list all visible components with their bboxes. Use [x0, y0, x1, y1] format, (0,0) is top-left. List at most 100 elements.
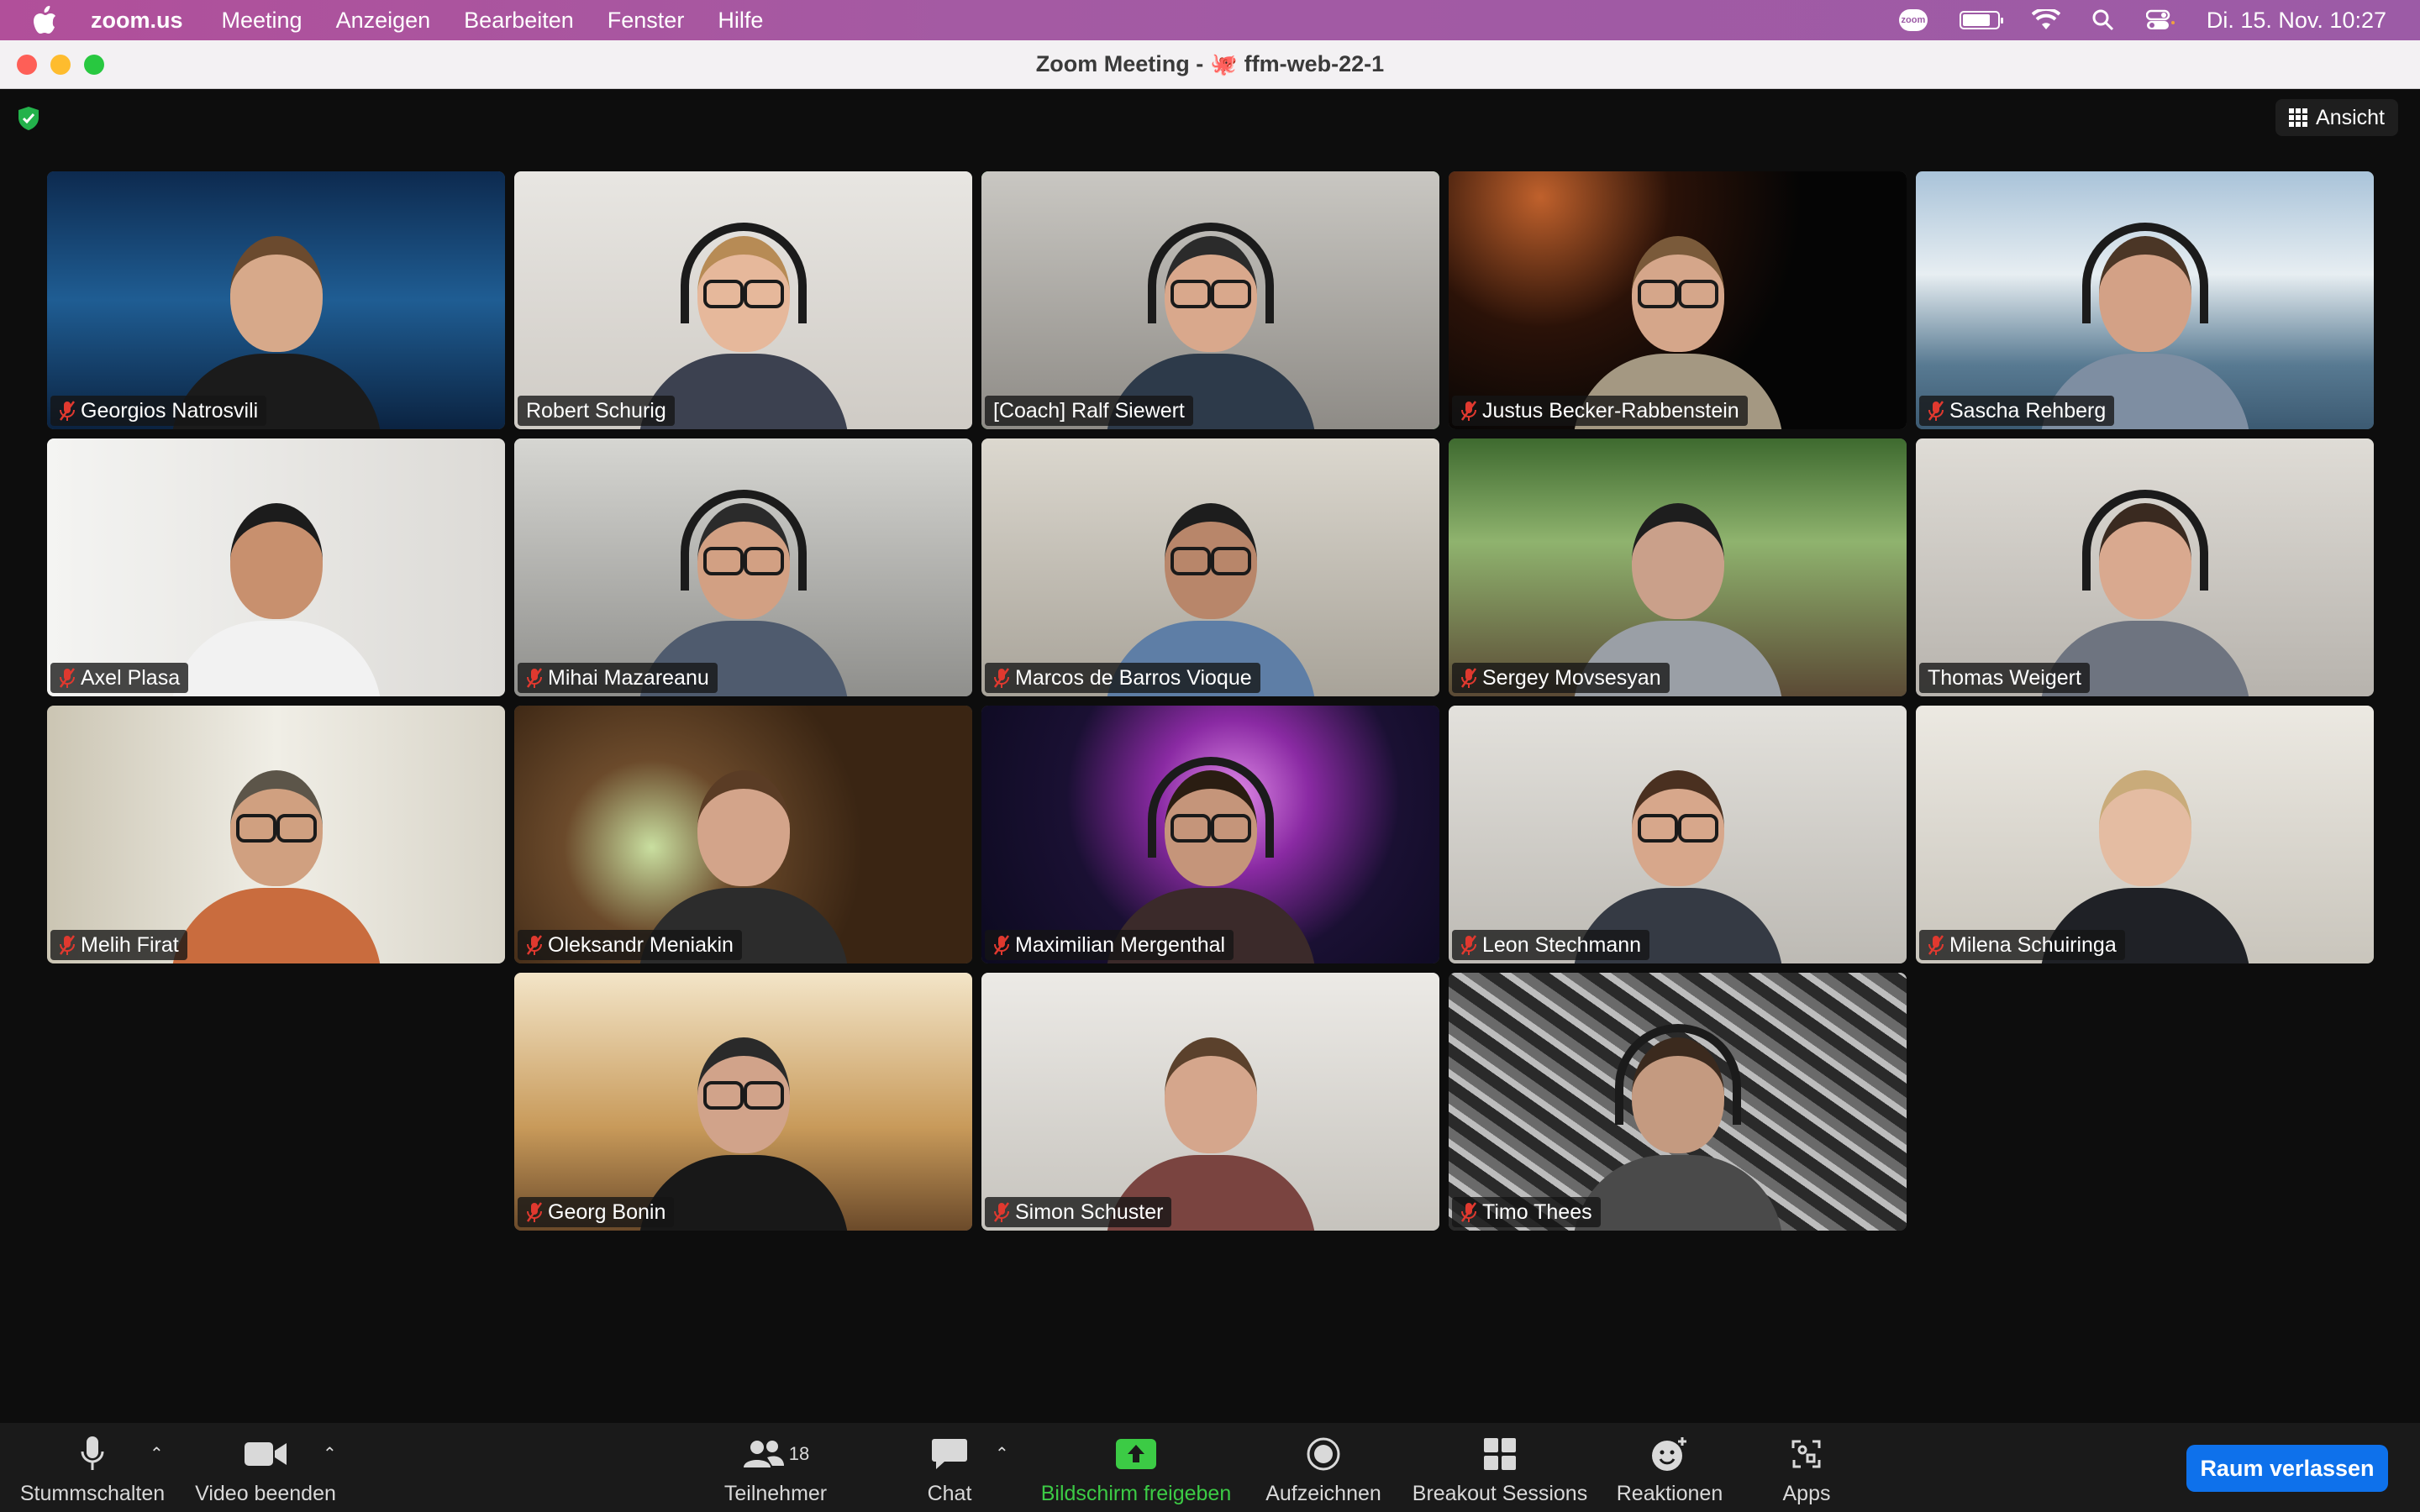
menu-app-name[interactable]: zoom.us [91, 8, 183, 34]
participant-video-tile[interactable]: Leon Stechmann [1449, 706, 1907, 963]
spotlight-search-icon[interactable] [2092, 9, 2114, 31]
video-camera-icon [245, 1442, 287, 1466]
participant-video-tile[interactable]: Simon Schuster [981, 973, 1439, 1231]
participant-name: Axel Plasa [81, 665, 181, 690]
close-window-button[interactable] [17, 55, 37, 75]
participant-video-tile[interactable]: Justus Becker-Rabbenstein [1449, 171, 1907, 429]
chat-options-chevron-icon[interactable]: ⌃ [995, 1443, 1009, 1464]
breakout-rooms-icon [1484, 1438, 1516, 1470]
participant-name: Milena Schuiringa [1949, 932, 2117, 957]
video-options-chevron-icon[interactable]: ⌃ [323, 1443, 337, 1464]
mute-button[interactable]: Stummschalten [17, 1431, 168, 1506]
participants-count: 18 [788, 1443, 810, 1464]
menu-hilfe[interactable]: Hilfe [718, 8, 763, 34]
menu-fenster[interactable]: Fenster [608, 8, 685, 34]
fullscreen-window-button[interactable] [84, 55, 104, 75]
record-label: Aufzeichnen [1265, 1482, 1381, 1505]
chat-label: Chat [927, 1482, 972, 1505]
participant-video-tile[interactable]: Mihai Mazareanu [514, 438, 972, 696]
muted-microphone-icon [1460, 935, 1477, 955]
participant-name: Justus Becker-Rabbenstein [1482, 398, 1739, 423]
muted-microphone-icon [1460, 668, 1477, 688]
participant-name: Georg Bonin [548, 1200, 666, 1224]
participant-video-tile[interactable]: Maximilian Mergenthal [981, 706, 1439, 963]
participant-video-tile[interactable]: Robert Schurig [514, 171, 972, 429]
share-screen-icon [1116, 1439, 1156, 1469]
participant-name-tag: Maximilian Mergenthal [985, 930, 1234, 960]
participant-video-tile[interactable]: Sascha Rehberg [1916, 171, 2374, 429]
minimize-window-button[interactable] [50, 55, 71, 75]
muted-microphone-icon [59, 935, 76, 955]
meeting-area: Ansicht Georgios Natrosvili Robert Schuri… [0, 89, 2420, 1423]
participants-label: Teilnehmer [723, 1482, 828, 1505]
participant-video-tile[interactable]: Oleksandr Meniakin [514, 706, 972, 963]
participant-name-tag: Milena Schuiringa [1919, 930, 2125, 960]
participants-button[interactable]: 18 Teilnehmer [721, 1431, 830, 1506]
participant-video-tile[interactable]: Timo Thees [1449, 973, 1907, 1231]
apple-icon[interactable] [30, 5, 60, 35]
participant-video-tile[interactable]: Milena Schuiringa [1916, 706, 2374, 963]
reactions-label: Reaktionen [1616, 1482, 1723, 1505]
participant-video-tile[interactable]: Melih Firat [47, 706, 505, 963]
share-label: Bildschirm freigeben [1040, 1482, 1232, 1505]
reactions-button[interactable]: Reaktionen [1615, 1431, 1724, 1506]
wifi-icon[interactable] [2031, 9, 2060, 31]
participant-name-tag: Sascha Rehberg [1919, 396, 2115, 426]
window-title: Zoom Meeting - 🐙 ffm-web-22-1 [1036, 51, 1384, 77]
chat-button[interactable]: Chat [916, 1431, 983, 1506]
record-button[interactable]: Aufzeichnen [1260, 1431, 1386, 1506]
window-title-prefix: Zoom Meeting - [1035, 51, 1204, 76]
participant-video-tile[interactable]: Georg Bonin [514, 973, 972, 1231]
participant-name-tag: Georg Bonin [518, 1197, 675, 1227]
audio-options-chevron-icon[interactable]: ⌃ [150, 1443, 164, 1464]
menubar-clock[interactable]: Di. 15. Nov. 10:27 [2207, 8, 2386, 34]
view-button[interactable]: Ansicht [2275, 99, 2398, 136]
participant-name-tag: Marcos de Barros Vioque [985, 663, 1260, 693]
participant-video-tile[interactable]: Sergey Movsesyan [1449, 438, 1907, 696]
battery-icon[interactable] [1959, 11, 2003, 29]
record-icon [1307, 1437, 1340, 1471]
participant-name: Georgios Natrosvili [81, 398, 259, 423]
share-screen-button[interactable]: Bildschirm freigeben [1034, 1431, 1239, 1506]
menu-meeting[interactable]: Meeting [222, 8, 302, 34]
participant-name-tag: [Coach] Ralf Siewert [985, 396, 1193, 426]
view-button-label: Ansicht [2316, 105, 2385, 129]
muted-microphone-icon [526, 935, 543, 955]
muted-microphone-icon [993, 935, 1010, 955]
participant-video-tile[interactable]: Axel Plasa [47, 438, 505, 696]
octopus-emoji: 🐙 [1210, 51, 1238, 76]
participant-name-tag: Timo Thees [1452, 1197, 1601, 1227]
participant-video-tile[interactable]: [Coach] Ralf Siewert [981, 171, 1439, 429]
control-center-icon[interactable] [2145, 9, 2175, 31]
participant-name-tag: Mihai Mazareanu [518, 663, 718, 693]
participant-name-tag: Georgios Natrosvili [50, 396, 267, 426]
leave-meeting-button[interactable]: Raum verlassen [2186, 1445, 2388, 1492]
mute-label: Stummschalten [19, 1482, 166, 1505]
participants-icon [743, 1441, 784, 1467]
zoom-status-icon[interactable]: zoom [1898, 9, 1928, 31]
window-controls [17, 55, 104, 75]
apps-button[interactable]: Apps [1773, 1431, 1840, 1506]
participant-name: Sergey Movsesyan [1482, 665, 1661, 690]
participant-video-tile[interactable]: Thomas Weigert [1916, 438, 2374, 696]
participant-name: Thomas Weigert [1928, 665, 2081, 690]
gallery-view-icon [2289, 108, 2308, 127]
breakout-label: Breakout Sessions [1412, 1482, 1588, 1505]
menu-anzeigen[interactable]: Anzeigen [336, 8, 431, 34]
participant-video-tile[interactable]: Marcos de Barros Vioque [981, 438, 1439, 696]
muted-microphone-icon [1460, 1202, 1477, 1222]
breakout-sessions-button[interactable]: Breakout Sessions [1410, 1431, 1590, 1506]
participant-name-tag: Melih Firat [50, 930, 187, 960]
participant-name-tag: Leon Stechmann [1452, 930, 1650, 960]
muted-microphone-icon [1928, 401, 1944, 421]
muted-microphone-icon [1928, 935, 1944, 955]
menu-bearbeiten[interactable]: Bearbeiten [464, 8, 574, 34]
apps-label: Apps [1782, 1482, 1831, 1505]
participant-name: Sascha Rehberg [1949, 398, 2107, 423]
muted-microphone-icon [1460, 401, 1477, 421]
security-shield-icon[interactable] [17, 106, 40, 131]
participant-video-tile[interactable]: Georgios Natrosvili [47, 171, 505, 429]
stop-video-button[interactable]: Video beenden [190, 1431, 341, 1506]
participant-name: Timo Thees [1482, 1200, 1592, 1224]
participant-name: Oleksandr Meniakin [548, 932, 734, 957]
